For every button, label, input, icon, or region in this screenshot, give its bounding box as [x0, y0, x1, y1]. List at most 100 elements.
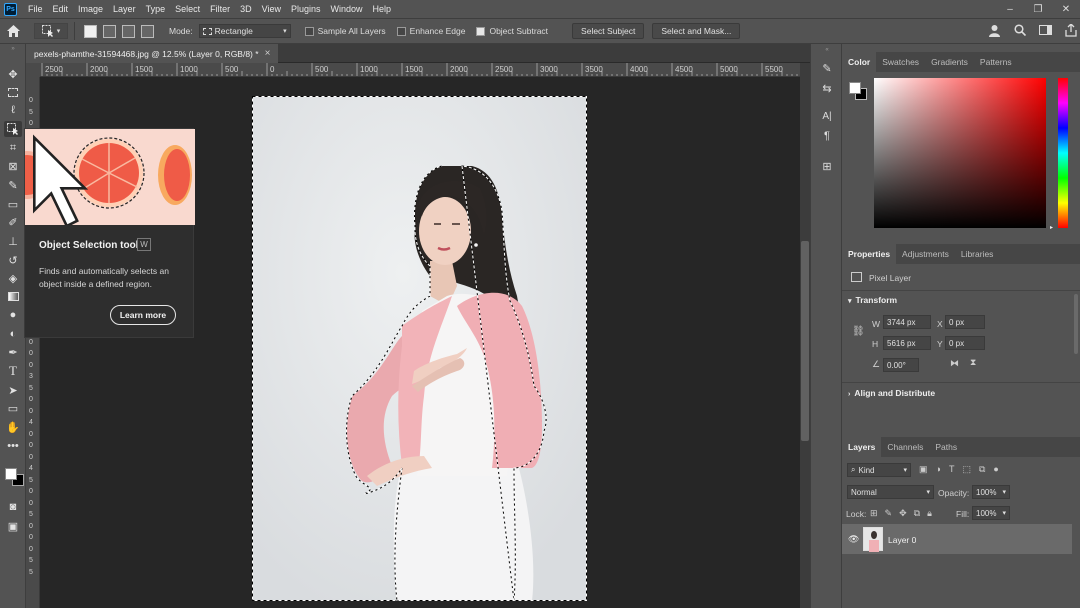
hue-slider[interactable]: [1058, 78, 1068, 228]
blend-mode-select[interactable]: Normal ▾: [847, 485, 934, 499]
sample-all-layers-checkbox[interactable]: Sample All Layers: [304, 26, 386, 36]
fill-field[interactable]: 100% ▾: [972, 506, 1010, 520]
clone-stamp-tool-icon[interactable]: ⊥: [4, 233, 22, 249]
panel-foreground-color[interactable]: [849, 82, 861, 94]
lock-image-icon[interactable]: ✎: [885, 508, 893, 519]
add-to-selection-button[interactable]: [103, 24, 116, 38]
filter-adjustment-icon[interactable]: ◑: [936, 464, 941, 475]
properties-scrollbar[interactable]: [1074, 294, 1078, 354]
strip-collapse-icon[interactable]: «: [819, 46, 835, 54]
hand-tool-icon[interactable]: ✋: [4, 419, 22, 435]
menu-layer[interactable]: Layer: [108, 4, 141, 14]
layer-filter-select[interactable]: ⌕ Kind ▾: [847, 463, 911, 477]
document-tab[interactable]: pexels-phamthe-31594468.jpg @ 12.5% (Lay…: [26, 44, 279, 63]
close-tab-icon[interactable]: ×: [265, 48, 271, 59]
menu-3d[interactable]: 3D: [235, 4, 257, 14]
select-and-mask-button[interactable]: Select and Mask...: [652, 23, 741, 39]
align-section-header[interactable]: › Align and Distribute: [848, 388, 935, 398]
filter-type-icon[interactable]: T: [949, 464, 955, 475]
frame-tool-icon[interactable]: ⊠: [4, 158, 22, 174]
angle-field[interactable]: 0.00°: [883, 358, 919, 372]
path-selection-tool-icon[interactable]: ➤: [4, 382, 22, 398]
horizontal-ruler[interactable]: 2500 2000 1500 1000 500 0 500 1000 1500 2000 2500 3…: [40, 63, 800, 77]
subtract-from-selection-button[interactable]: [122, 24, 135, 38]
mode-select[interactable]: Rectangle ▾: [198, 24, 291, 38]
enhance-edge-checkbox[interactable]: Enhance Edge: [396, 26, 465, 36]
menu-view[interactable]: View: [257, 4, 286, 14]
x-field[interactable]: 0 px: [945, 315, 985, 329]
healing-brush-tool-icon[interactable]: ▭: [4, 196, 22, 212]
home-button[interactable]: [0, 23, 26, 39]
color-swatches[interactable]: [2, 458, 24, 494]
share-people-icon[interactable]: [988, 24, 1001, 37]
toolbar-collapse-icon[interactable]: »: [4, 46, 22, 52]
color-picker-field[interactable]: [874, 78, 1046, 228]
menu-window[interactable]: Window: [326, 4, 368, 14]
glyphs-icon[interactable]: ⊞: [819, 158, 835, 174]
lasso-tool-icon[interactable]: ℓ: [4, 102, 22, 118]
type-tool-icon[interactable]: T: [4, 363, 22, 379]
menu-filter[interactable]: Filter: [205, 4, 235, 14]
blur-tool-icon[interactable]: ●: [4, 307, 22, 323]
width-field[interactable]: 3744 px: [883, 315, 931, 329]
select-subject-button[interactable]: Select Subject: [572, 23, 645, 39]
filter-shape-icon[interactable]: ⬚: [962, 464, 971, 475]
tab-swatches[interactable]: Swatches: [876, 52, 925, 72]
adjust-icon[interactable]: ⇆: [819, 80, 835, 96]
menu-file[interactable]: File: [23, 4, 48, 14]
workspace-icon[interactable]: [1039, 24, 1052, 36]
vertical-scrollbar[interactable]: [800, 63, 810, 608]
learn-more-button[interactable]: Learn more: [110, 305, 176, 325]
minimize-button[interactable]: –: [996, 0, 1024, 18]
menu-select[interactable]: Select: [170, 4, 205, 14]
color-panel-swatches[interactable]: [849, 80, 869, 102]
screen-mode-icon[interactable]: ▣: [4, 518, 22, 534]
lock-all-icon[interactable]: 🔒︎: [927, 508, 932, 519]
tab-properties[interactable]: Properties: [842, 244, 897, 264]
menu-help[interactable]: Help: [368, 4, 397, 14]
more-tools-icon[interactable]: •••: [4, 438, 22, 454]
paragraph-icon[interactable]: ¶: [819, 128, 835, 144]
gradient-tool-icon[interactable]: [4, 288, 22, 304]
object-subtract-checkbox[interactable]: Object Subtract: [476, 26, 548, 36]
height-field[interactable]: 5616 px: [883, 336, 931, 350]
eyedropper-tool-icon[interactable]: ✎: [4, 177, 22, 193]
filter-smart-object-icon[interactable]: ⧉: [979, 464, 985, 475]
flip-vertical-icon[interactable]: ⧗: [970, 357, 976, 368]
close-window-button[interactable]: ✕: [1052, 0, 1080, 18]
share-icon[interactable]: [1065, 24, 1077, 37]
layer-row[interactable]: 👁︎ Layer 0: [842, 524, 1072, 554]
lock-artboard-icon[interactable]: ⧉: [914, 508, 920, 519]
menu-image[interactable]: Image: [73, 4, 108, 14]
object-selection-tool-icon[interactable]: [4, 121, 22, 137]
tab-patterns[interactable]: Patterns: [974, 52, 1018, 72]
tab-channels[interactable]: Channels: [881, 437, 929, 457]
pen-tool-icon[interactable]: ✒: [4, 344, 22, 360]
opacity-field[interactable]: 100% ▾: [972, 485, 1010, 499]
history-brush-tool-icon[interactable]: ↺: [4, 252, 22, 268]
crop-tool-icon[interactable]: ⌗: [4, 140, 22, 156]
rectangle-tool-icon[interactable]: ▭: [4, 400, 22, 416]
tab-paths[interactable]: Paths: [929, 437, 963, 457]
scrollbar-thumb[interactable]: [801, 241, 809, 441]
filter-pixel-icon[interactable]: ▣: [919, 464, 928, 475]
new-selection-button[interactable]: [84, 24, 97, 38]
brush-tool-icon[interactable]: ✐: [4, 214, 22, 230]
tab-adjustments[interactable]: Adjustments: [896, 244, 955, 264]
brush-settings-icon[interactable]: ✎: [819, 60, 835, 76]
intersect-selection-button[interactable]: [141, 24, 154, 38]
menu-plugins[interactable]: Plugins: [286, 4, 326, 14]
dodge-tool-icon[interactable]: ◐: [4, 326, 22, 342]
y-field[interactable]: 0 px: [945, 336, 985, 350]
menu-type[interactable]: Type: [141, 4, 171, 14]
foreground-color-swatch[interactable]: [5, 468, 17, 480]
tab-gradients[interactable]: Gradients: [925, 52, 974, 72]
flip-horizontal-icon[interactable]: ⧓: [950, 358, 959, 369]
menu-edit[interactable]: Edit: [48, 4, 74, 14]
tab-layers[interactable]: Layers: [842, 437, 882, 457]
marquee-tool-icon[interactable]: [4, 84, 22, 100]
lock-transparent-icon[interactable]: ⊞: [870, 508, 878, 519]
link-icon[interactable]: ⛓: [852, 326, 865, 337]
ruler-origin[interactable]: [26, 63, 40, 77]
eraser-tool-icon[interactable]: ◈: [4, 270, 22, 286]
